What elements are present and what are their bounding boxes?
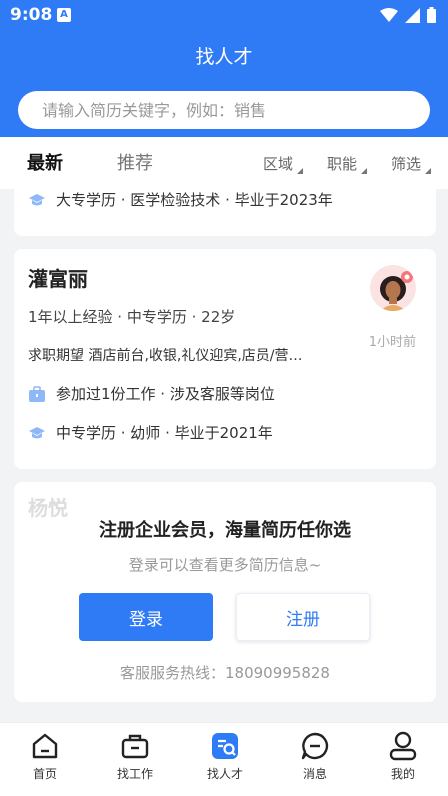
service-hotline: 客服服务热线：18090995828 <box>120 664 330 682</box>
home-icon <box>32 733 58 759</box>
login-prompt: 杨悦 注册企业会员，海量简历任你选 登录可以查看更多简历信息~ 登录 注册 客服… <box>14 482 436 702</box>
wifi-icon <box>380 8 398 22</box>
filter-area-label: 区域 <box>263 155 294 173</box>
profile-icon <box>389 731 417 761</box>
briefcase-icon <box>28 385 46 403</box>
nav-messages-label: 消息 <box>302 767 327 781</box>
battery-icon <box>427 7 436 23</box>
login-prompt-title: 注册企业会员，海量简历任你选 <box>99 520 351 541</box>
briefcase-icon <box>121 734 149 759</box>
search-input[interactable] <box>18 91 430 129</box>
time-ago: 1小时前 <box>368 335 416 350</box>
resume-card[interactable]: 灌富丽 1年以上经验 · 中专学历 · 22岁 求职期望 酒店前台,收银,礼仪迎… <box>14 249 436 469</box>
candidate-name: 灌富丽 <box>28 267 88 291</box>
education-text: 大专学历 · 医学检验技术 · 毕业于2023年 <box>56 191 333 209</box>
filter-more[interactable]: 筛选 <box>391 153 432 174</box>
job-expectation: 求职期望 酒店前台,收银,礼仪迎宾,店员/营… <box>28 348 303 364</box>
register-button[interactable]: 注册 <box>236 593 370 641</box>
find-talent-icon <box>212 733 238 759</box>
dropdown-triangle-icon <box>297 168 304 174</box>
status-bar: 9:08 A <box>0 0 448 32</box>
status-time: 9:08 <box>10 5 53 25</box>
nav-find-job[interactable]: 找工作 <box>90 731 180 782</box>
dropdown-triangle-icon <box>425 168 432 174</box>
candidate-meta: 1年以上经验 · 中专学历 · 22岁 <box>28 308 236 326</box>
login-prompt-subtitle: 登录可以查看更多简历信息~ <box>128 556 322 574</box>
education-text: 中专学历 · 幼师 · 毕业于2021年 <box>56 424 273 442</box>
signal-icon <box>405 7 420 23</box>
message-icon <box>301 732 329 760</box>
work-line: 参加过1份工作 · 涉及客服等岗位 <box>28 383 275 404</box>
tab-latest[interactable]: 最新 <box>27 149 63 175</box>
page-title: 找人才 <box>195 46 253 68</box>
tab-bar: 最新 推荐 区域 职能 筛选 <box>0 137 448 189</box>
nav-find-talent[interactable]: 找人才 <box>180 731 270 782</box>
bottom-nav: 首页 找工作 找人才 消息 我的 <box>0 722 448 796</box>
graduation-cap-icon <box>28 191 46 209</box>
dropdown-triangle-icon <box>361 168 368 174</box>
education-line: 中专学历 · 幼师 · 毕业于2021年 <box>28 422 273 443</box>
nav-messages[interactable]: 消息 <box>270 731 360 782</box>
login-button[interactable]: 登录 <box>79 593 213 641</box>
filter-function[interactable]: 职能 <box>327 153 368 174</box>
system-icons <box>380 7 436 23</box>
nav-find-job-label: 找工作 <box>116 767 153 781</box>
work-text: 参加过1份工作 · 涉及客服等岗位 <box>56 385 275 403</box>
filter-area[interactable]: 区域 <box>263 153 304 174</box>
education-line: 大专学历 · 医学检验技术 · 毕业于2023年 <box>28 189 333 210</box>
resume-card-partial[interactable]: 大专学历 · 医学检验技术 · 毕业于2023年 <box>14 189 436 236</box>
nav-home[interactable]: 首页 <box>0 731 90 782</box>
nav-profile-label: 我的 <box>390 767 415 781</box>
filter-more-label: 筛选 <box>391 155 422 173</box>
avatar <box>370 265 416 311</box>
nav-profile[interactable]: 我的 <box>358 731 448 782</box>
nav-find-talent-label: 找人才 <box>206 767 243 781</box>
filter-function-label: 职能 <box>327 155 358 173</box>
search-bar[interactable] <box>18 91 430 129</box>
graduation-cap-icon <box>28 424 46 442</box>
nav-home-label: 首页 <box>32 767 57 781</box>
notification-icon: A <box>57 8 71 22</box>
tab-recommended[interactable]: 推荐 <box>117 149 153 175</box>
top-bar: 9:08 A 找人才 <box>0 0 448 137</box>
